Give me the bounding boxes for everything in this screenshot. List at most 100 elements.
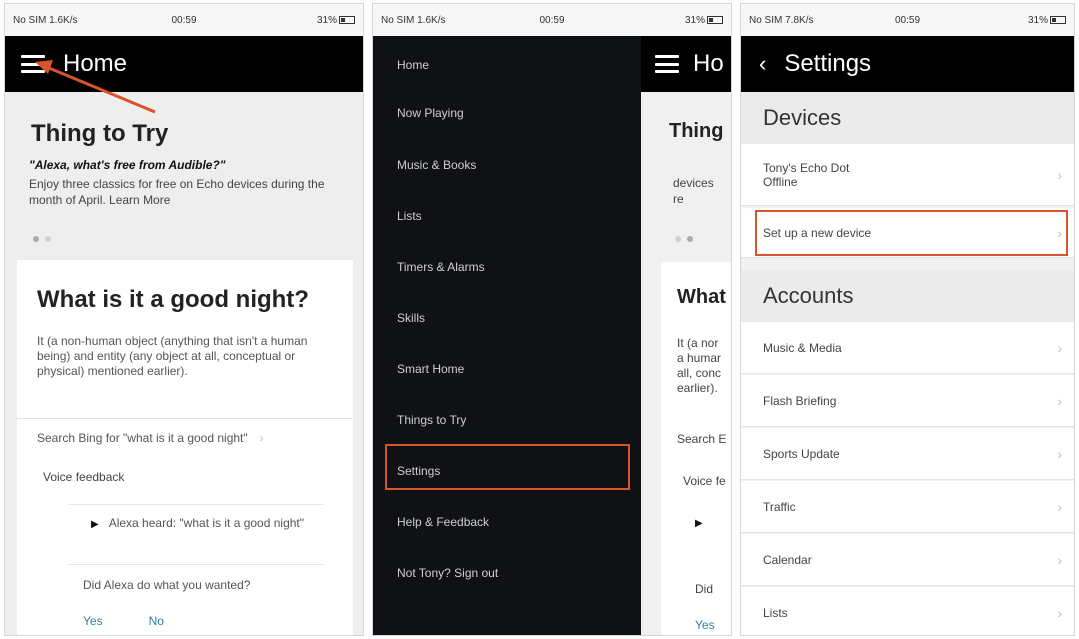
status-carrier: No SIM 1.6K/s	[13, 14, 78, 26]
thing-to-try-title: Thing to Try	[31, 120, 169, 147]
settings-highlight-box	[385, 444, 630, 490]
screenshot-stage: No SIM 1.6K/s 00:59 31% Home Thing to Tr…	[0, 0, 1079, 639]
play-triangle-icon[interactable]: ▶	[91, 516, 99, 534]
page-title-peek: Ho	[693, 50, 724, 77]
account-row-traffic[interactable]: Traffic ›	[741, 481, 1074, 533]
drawer-item-things-to-try[interactable]: Things to Try	[397, 413, 466, 427]
alexa-heard-text: Alexa heard: "what is it a good night"	[108, 516, 305, 530]
voice-feedback-label: Voice feedback	[43, 470, 125, 484]
chevron-right-icon: ›	[1057, 445, 1062, 462]
yes-button[interactable]: Yes	[83, 614, 103, 628]
answer-card: What is it a good night? It (a non-human…	[17, 260, 353, 635]
device-row-echo-dot[interactable]: Tony's Echo Dot Offline ›	[741, 144, 1074, 206]
peek-body-line: a humar	[677, 351, 722, 365]
account-row-flash-briefing[interactable]: Flash Briefing ›	[741, 375, 1074, 427]
account-label: Sports Update	[763, 446, 840, 461]
battery-icon	[1050, 15, 1066, 24]
thing-to-try-quote: "Alexa, what's free from Audible?"	[29, 158, 226, 172]
drawer-item-sign-out[interactable]: Not Tony? Sign out	[397, 566, 498, 580]
thing-to-try-description[interactable]: Enjoy three classics for free on Echo de…	[29, 176, 344, 208]
peek-re: re	[673, 192, 684, 206]
peek-body-line: all, conc	[677, 366, 722, 380]
drawer-item-timers-alarms[interactable]: Timers & Alarms	[397, 260, 485, 274]
battery-level: 31%	[316, 14, 337, 26]
carousel-dot[interactable]	[45, 236, 51, 242]
status-battery: 31%	[317, 15, 355, 26]
navigation-drawer: Home Now Playing Music & Books Lists Tim…	[373, 36, 641, 635]
battery-level: 31%	[684, 14, 705, 26]
new-device-highlight-box	[755, 210, 1068, 256]
carousel-dot[interactable]	[33, 236, 39, 242]
phone-drawer: No SIM 1.6K/s 00:59 31% Ho Thing devices…	[372, 3, 732, 636]
account-label: Music & Media	[763, 340, 842, 355]
peek-voice: Voice fe	[683, 474, 726, 488]
chevron-right-icon: ›	[1057, 498, 1062, 515]
app-bar: ‹ Settings	[741, 36, 1074, 92]
accounts-section-header: Accounts	[741, 270, 1074, 322]
drawer-item-now-playing[interactable]: Now Playing	[397, 106, 464, 120]
chevron-right-icon: ›	[1057, 392, 1062, 409]
status-time: 00:59	[539, 14, 565, 26]
carousel-dots[interactable]	[33, 236, 51, 242]
account-row-music-media[interactable]: Music & Media ›	[741, 322, 1074, 374]
carousel-dots-peek	[675, 236, 693, 242]
peek-thing-title: Thing	[669, 120, 724, 142]
status-battery: 31%	[1028, 15, 1066, 26]
peek-body-line: earlier).	[677, 381, 718, 395]
account-label: Calendar	[763, 552, 812, 567]
device-info: Tony's Echo Dot Offline	[763, 161, 849, 189]
account-label: Traffic	[763, 499, 796, 514]
peek-did: Did	[695, 582, 714, 596]
status-bar: No SIM 1.6K/s 00:59 31%	[373, 4, 731, 36]
divider	[69, 504, 323, 505]
account-row-sports-update[interactable]: Sports Update ›	[741, 428, 1074, 480]
account-row-calendar[interactable]: Calendar ›	[741, 534, 1074, 586]
status-carrier: No SIM 1.6K/s	[381, 14, 446, 26]
battery-icon	[707, 15, 723, 24]
card-body: It (a non-human object (anything that is…	[37, 334, 308, 378]
feedback-buttons: Yes No	[83, 614, 164, 628]
drawer-item-help-feedback[interactable]: Help & Feedback	[397, 515, 489, 529]
chevron-right-icon: ›	[1057, 604, 1062, 621]
drawer-item-home[interactable]: Home	[397, 58, 429, 72]
page-title: Settings	[784, 50, 872, 77]
drawer-item-music-books[interactable]: Music & Books	[397, 158, 476, 172]
hamburger-icon[interactable]	[655, 55, 679, 73]
chevron-right-icon: ›	[259, 430, 264, 445]
peek-yes: Yes	[695, 618, 715, 632]
status-time: 00:59	[894, 14, 921, 26]
page-title: Home	[63, 50, 128, 77]
status-battery: 31%	[685, 15, 723, 26]
answer-card-peek: What It (a nor a humar all, conc earlier…	[661, 262, 731, 635]
battery-level: 31%	[1027, 14, 1048, 26]
drawer-item-smart-home[interactable]: Smart Home	[397, 362, 464, 376]
alexa-heard-row[interactable]: ▶ Alexa heard: "what is it a good night"	[91, 514, 321, 534]
chevron-right-icon: ›	[1057, 166, 1062, 183]
phone-settings: No SIM 7.8K/s 00:59 31% ‹ Settings Devic…	[740, 3, 1075, 636]
status-bar: No SIM 1.6K/s 00:59 31%	[5, 4, 363, 36]
drawer-item-skills[interactable]: Skills	[397, 311, 425, 325]
account-label: Lists	[763, 605, 788, 620]
peek-devices: devices	[673, 176, 714, 190]
no-button[interactable]: No	[149, 614, 164, 628]
app-bar: Home	[5, 36, 363, 92]
back-chevron-icon[interactable]: ‹	[759, 51, 766, 77]
drawer-item-lists[interactable]: Lists	[397, 209, 422, 223]
chevron-right-icon: ›	[1057, 551, 1062, 568]
peek-search: Search E	[677, 432, 727, 446]
did-alexa-question: Did Alexa do what you wanted?	[83, 578, 251, 592]
status-carrier: No SIM 7.8K/s	[749, 14, 814, 26]
search-bing-row[interactable]: Search Bing for "what is it a good night…	[17, 418, 353, 456]
peek-body-line: It (a nor	[677, 336, 719, 350]
divider	[69, 564, 323, 565]
chevron-right-icon: ›	[1057, 339, 1062, 356]
devices-section-header: Devices	[741, 92, 1074, 144]
hamburger-icon[interactable]	[21, 55, 45, 73]
app-bar-peek: Ho	[641, 36, 731, 92]
status-bar: No SIM 7.8K/s 00:59 31%	[741, 4, 1074, 36]
home-content: Thing to Try "Alexa, what's free from Au…	[5, 92, 363, 635]
account-row-lists[interactable]: Lists ›	[741, 587, 1074, 635]
search-bing-label: Search Bing for "what is it a good night…	[37, 430, 248, 445]
phone-home: No SIM 1.6K/s 00:59 31% Home Thing to Tr…	[4, 3, 364, 636]
account-label: Flash Briefing	[763, 393, 837, 408]
